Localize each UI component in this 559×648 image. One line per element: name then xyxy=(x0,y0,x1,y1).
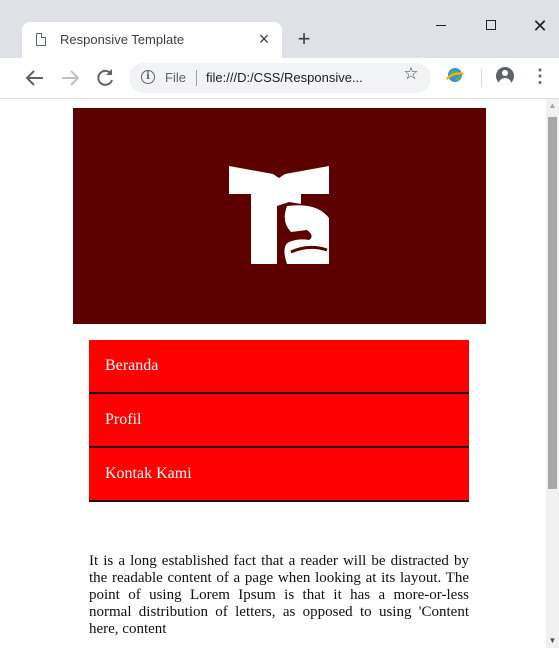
profile-icon[interactable] xyxy=(496,67,514,85)
scroll-thumb[interactable] xyxy=(548,117,557,489)
menu-icon[interactable]: ⋮ xyxy=(530,64,550,88)
maximize-icon[interactable] xyxy=(476,14,506,38)
toolbar-divider xyxy=(481,69,482,87)
omnibox-divider xyxy=(196,70,197,86)
browser-tab[interactable]: Responsive Template × xyxy=(22,22,282,58)
window-close-icon[interactable]: ✕ xyxy=(525,14,555,38)
forward-arrow-icon[interactable] xyxy=(58,66,82,90)
tab-title: Responsive Template xyxy=(60,32,185,47)
minimize-icon[interactable] xyxy=(426,14,456,38)
close-icon[interactable]: × xyxy=(254,29,274,49)
site-logo xyxy=(229,166,329,264)
main-navigation: Beranda Profil Kontak Kami xyxy=(89,340,469,502)
info-icon[interactable]: i xyxy=(141,70,155,84)
url-scheme: File xyxy=(165,70,186,85)
scroll-up-arrow-icon[interactable]: ▲ xyxy=(546,102,559,110)
file-icon xyxy=(36,33,46,46)
tab-strip: Responsive Template × + ✕ xyxy=(0,0,559,58)
reload-icon[interactable] xyxy=(93,66,117,90)
extension-icon[interactable] xyxy=(445,66,465,84)
plus-icon[interactable]: + xyxy=(292,28,316,52)
scroll-down-arrow-icon[interactable]: ▼ xyxy=(546,637,559,645)
browser-toolbar: i File file:///D:/CSS/Responsive... xyxy=(0,58,559,98)
site-header xyxy=(73,108,486,324)
address-bar[interactable]: i File file:///D:/CSS/Responsive... xyxy=(129,63,431,93)
star-icon[interactable]: ☆ xyxy=(400,63,422,85)
nav-item-kontak-kami[interactable]: Kontak Kami xyxy=(89,448,469,502)
nav-item-beranda[interactable]: Beranda xyxy=(89,340,469,394)
back-arrow-icon[interactable] xyxy=(23,66,47,90)
page-viewport: Beranda Profil Kontak Kami It is a long … xyxy=(0,99,546,648)
vertical-scrollbar[interactable]: ▲ ▼ xyxy=(546,99,559,648)
body-paragraph: It is a long established fact that a rea… xyxy=(89,553,469,637)
url-text[interactable]: file:///D:/CSS/Responsive... xyxy=(206,70,363,85)
nav-item-profil[interactable]: Profil xyxy=(89,394,469,448)
